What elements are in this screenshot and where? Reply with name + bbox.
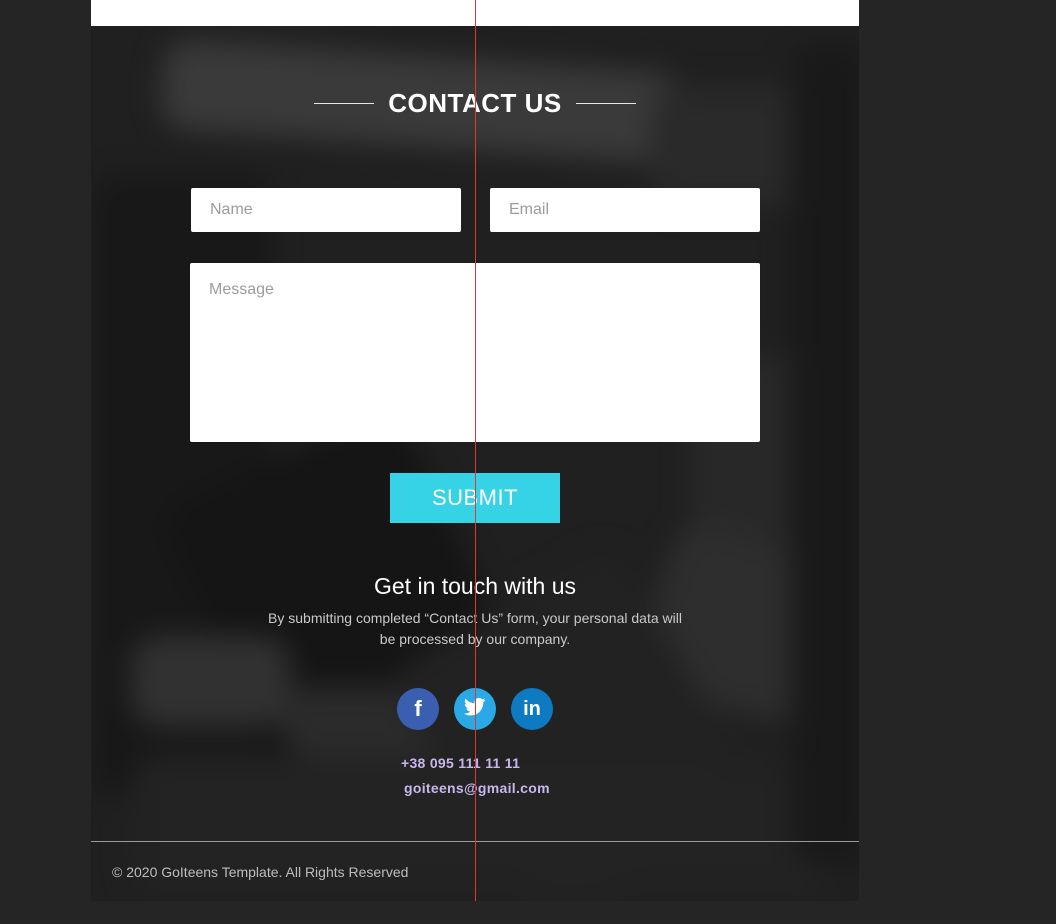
email-link[interactable]: goiteens@gmail.com	[404, 780, 550, 796]
name-field[interactable]	[191, 188, 461, 232]
heading-right-rule	[575, 103, 636, 104]
facebook-icon: f	[414, 696, 422, 721]
phone-link[interactable]: +38 095 111 11 11	[401, 755, 520, 771]
linkedin-link[interactable]: in	[511, 688, 553, 730]
email-field[interactable]	[490, 188, 760, 232]
heading-left-rule	[314, 103, 375, 104]
guide-line	[475, 0, 476, 901]
page: CONTACT US SUBMIT Get in touch with us B…	[0, 0, 1056, 924]
linkedin-icon: in	[523, 697, 541, 720]
facebook-link[interactable]: f	[397, 688, 439, 730]
copyright-text: © 2020 GoIteens Template. All Rights Res…	[112, 864, 409, 880]
